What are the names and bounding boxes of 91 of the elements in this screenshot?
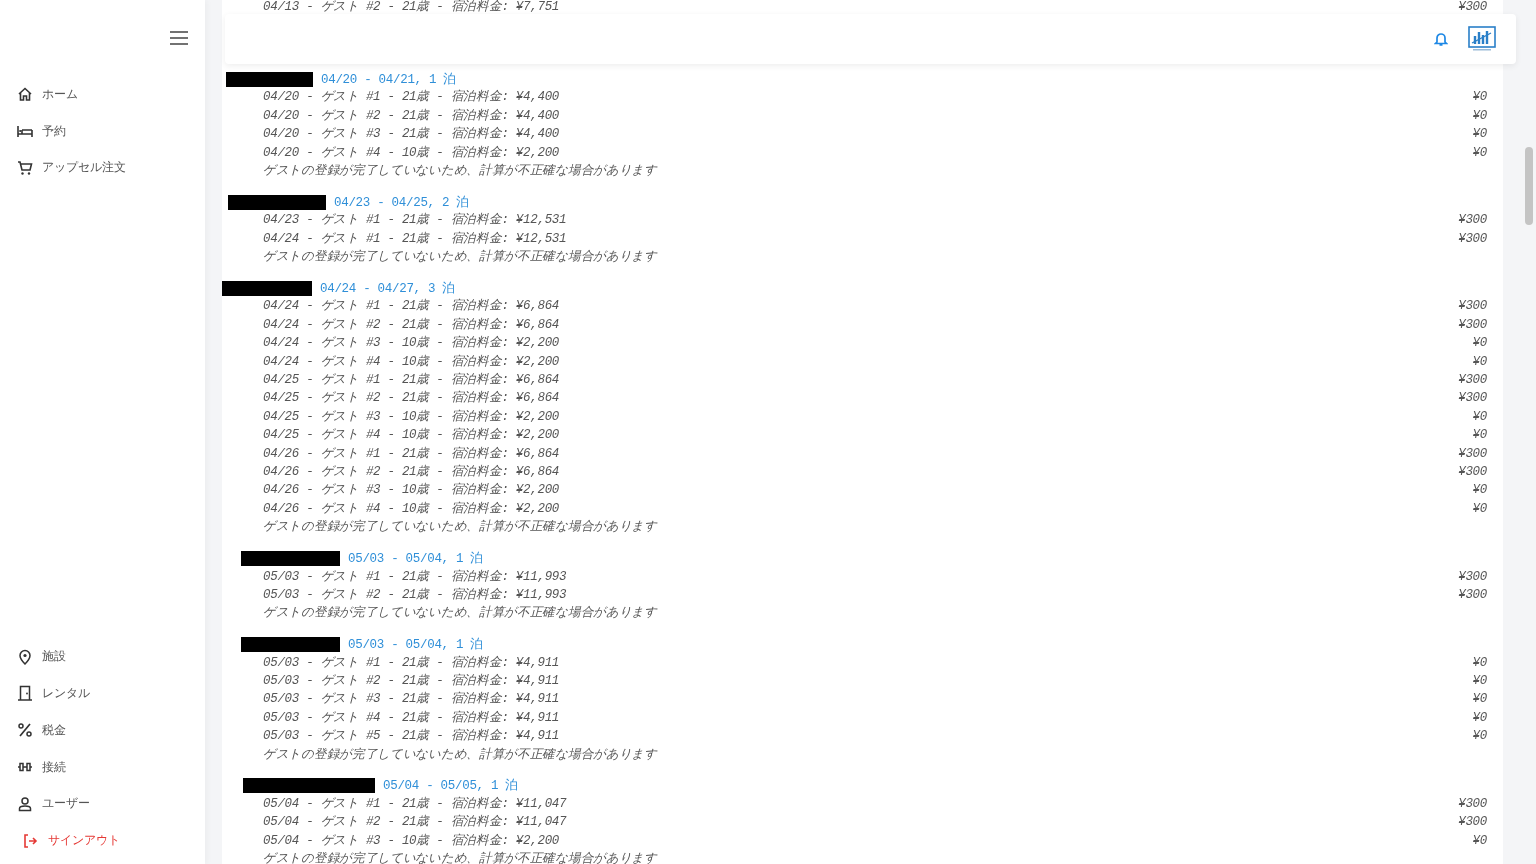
- guest-charge-text: 04/23 - ゲスト #1 - 21歳 - 宿泊料金: ¥12,531: [263, 211, 567, 230]
- nav-item[interactable]: ホーム: [0, 76, 205, 113]
- guest-charge-text: 04/26 - ゲスト #3 - 10歳 - 宿泊料金: ¥2,200: [263, 481, 560, 500]
- nav-item[interactable]: 予約: [0, 112, 205, 150]
- amount-text: ¥0: [1472, 832, 1487, 850]
- amount-text: ¥0: [1472, 107, 1487, 125]
- guest-charge-text: 05/03 - ゲスト #3 - 21歳 - 宿泊料金: ¥4,911: [263, 690, 560, 709]
- warning-note: ゲストの登録が完了していないため、計算が不正確な場合があります: [263, 248, 657, 267]
- stay-period-text: 04/23 - 04/25, 2 泊: [334, 194, 470, 211]
- home-icon: [17, 86, 33, 103]
- amount-text: ¥0: [1472, 673, 1487, 691]
- amount-text: ¥0: [1472, 408, 1487, 426]
- guest-charge-text: 05/04 - ゲスト #2 - 21歳 - 宿泊料金: ¥11,047: [263, 813, 567, 832]
- guest-charge-text: 04/25 - ゲスト #2 - 21歳 - 宿泊料金: ¥6,864: [263, 389, 560, 408]
- warning-note: ゲストの登録が完了していないため、計算が不正確な場合があります: [263, 604, 657, 623]
- amount-text: ¥300: [1458, 586, 1487, 604]
- stay-period-text: 04/20 - 04/21, 1 泊: [321, 71, 457, 88]
- bed-icon: [17, 123, 33, 140]
- guest-charge-text: 04/20 - ゲスト #4 - 10歳 - 宿泊料金: ¥2,200: [263, 144, 560, 162]
- percent-icon: [17, 722, 33, 739]
- guest-charge-text: 05/03 - ゲスト #1 - 21歳 - 宿泊料金: ¥11,993: [263, 568, 567, 586]
- amount-text: ¥300: [1458, 796, 1487, 814]
- door-icon: [17, 685, 33, 702]
- stay-period-text: 04/24 - 04/27, 3 泊: [320, 280, 456, 297]
- warning-note: ゲストの登録が完了していないため、計算が不正確な場合があります: [263, 518, 657, 537]
- guest-charge-text: 05/03 - ゲスト #2 - 21歳 - 宿泊料金: ¥4,911: [263, 672, 560, 691]
- location-pin-icon: [17, 648, 33, 665]
- guest-charge-text: 04/26 - ゲスト #4 - 10歳 - 宿泊料金: ¥2,200: [263, 500, 560, 518]
- amount-text: ¥300: [1458, 0, 1487, 14]
- guest-charge-text: 04/25 - ゲスト #4 - 10歳 - 宿泊料金: ¥2,200: [263, 426, 560, 445]
- stay-period-text: 05/04 - 05/05, 1 泊: [383, 777, 519, 795]
- amount-text: ¥0: [1472, 500, 1487, 518]
- nav-item[interactable]: レンタル: [0, 675, 205, 712]
- guest-charge-text: 04/26 - ゲスト #1 - 21歳 - 宿泊料金: ¥6,864: [263, 445, 560, 463]
- guest-charge-text: 04/24 - ゲスト #2 - 21歳 - 宿泊料金: ¥6,864: [263, 316, 560, 334]
- amount-text: ¥0: [1472, 709, 1487, 727]
- guest-charge-text: 05/04 - ゲスト #3 - 10歳 - 宿泊料金: ¥2,200: [263, 832, 560, 850]
- guest-charge-text: 04/20 - ゲスト #2 - 21歳 - 宿泊料金: ¥4,400: [263, 107, 560, 125]
- logo-icon[interactable]: [1468, 26, 1496, 52]
- nav-item[interactable]: ユーザー: [0, 785, 205, 823]
- amount-text: ¥0: [1472, 728, 1487, 746]
- cart-icon: [17, 160, 33, 176]
- warning-note: ゲストの登録が完了していないため、計算が不正確な場合があります: [263, 746, 657, 764]
- guest-charge-text: 04/20 - ゲスト #3 - 21歳 - 宿泊料金: ¥4,400: [263, 125, 560, 144]
- user-icon: [17, 795, 33, 812]
- guest-charge-text: 05/03 - ゲスト #4 - 21歳 - 宿泊料金: ¥4,911: [263, 709, 560, 727]
- guest-charge-text: 05/04 - ゲスト #1 - 21歳 - 宿泊料金: ¥11,047: [263, 795, 567, 814]
- amount-text: ¥300: [1458, 814, 1487, 832]
- guest-charge-text: 04/20 - ゲスト #1 - 21歳 - 宿泊料金: ¥4,400: [263, 88, 560, 107]
- sign-out-link[interactable]: サインアウト: [0, 822, 205, 859]
- nav-item[interactable]: 施設: [0, 638, 205, 675]
- guest-charge-text: 04/13 - ゲスト #2 - 21歳 - 宿泊料金: ¥7,751: [263, 0, 560, 14]
- stay-period-text: 05/03 - 05/04, 1 泊: [348, 550, 484, 567]
- amount-text: ¥0: [1472, 144, 1487, 162]
- amount-text: ¥300: [1458, 568, 1487, 586]
- amount-text: ¥300: [1458, 298, 1487, 316]
- guest-charge-text: 04/25 - ゲスト #3 - 10歳 - 宿泊料金: ¥2,200: [263, 408, 560, 426]
- guest-charge-text: 05/03 - ゲスト #2 - 21歳 - 宿泊料金: ¥11,993: [263, 586, 567, 604]
- nav-item[interactable]: 税金: [0, 711, 205, 749]
- amount-text: ¥0: [1472, 335, 1487, 353]
- amount-text: ¥300: [1458, 390, 1487, 408]
- guest-charge-text: 04/24 - ゲスト #4 - 10歳 - 宿泊料金: ¥2,200: [263, 353, 560, 371]
- amount-text: ¥0: [1472, 654, 1487, 672]
- amount-text: ¥0: [1472, 89, 1487, 107]
- warning-note: ゲストの登録が完了していないため、計算が不正確な場合があります: [263, 850, 657, 864]
- amount-text: ¥300: [1458, 230, 1487, 248]
- guest-charge-text: 05/03 - ゲスト #1 - 21歳 - 宿泊料金: ¥4,911: [263, 654, 560, 672]
- guest-charge-text: 04/24 - ゲスト #1 - 21歳 - 宿泊料金: ¥12,531: [263, 230, 567, 248]
- warning-note: ゲストの登録が完了していないため、計算が不正確な場合があります: [263, 162, 657, 180]
- nav-item[interactable]: アップセル注文: [0, 149, 205, 187]
- guest-charge-text: 04/26 - ゲスト #2 - 21歳 - 宿泊料金: ¥6,864: [263, 463, 560, 481]
- amount-text: ¥300: [1458, 464, 1487, 481]
- amount-text: ¥300: [1458, 372, 1487, 390]
- amount-text: ¥0: [1472, 126, 1487, 144]
- sign-out-icon: [22, 832, 38, 849]
- guest-charge-text: 05/03 - ゲスト #5 - 21歳 - 宿泊料金: ¥4,911: [263, 727, 560, 746]
- guest-charge-text: 04/24 - ゲスト #3 - 10歳 - 宿泊料金: ¥2,200: [263, 334, 560, 353]
- bell-icon[interactable]: [1434, 31, 1448, 47]
- amount-text: ¥300: [1458, 316, 1487, 334]
- amount-text: ¥300: [1458, 212, 1487, 230]
- guest-charge-text: 04/25 - ゲスト #1 - 21歳 - 宿泊料金: ¥6,864: [263, 371, 560, 390]
- amount-text: ¥0: [1472, 691, 1487, 709]
- guest-charge-text: 04/24 - ゲスト #1 - 21歳 - 宿泊料金: ¥6,864: [263, 297, 560, 316]
- amount-text: ¥300: [1458, 445, 1487, 463]
- amount-text: ¥0: [1472, 482, 1487, 500]
- scrollbar-thumb[interactable]: [1525, 147, 1533, 225]
- menu-icon[interactable]: [169, 30, 189, 46]
- stay-period-text: 05/03 - 05/04, 1 泊: [348, 636, 484, 653]
- amount-text: ¥0: [1472, 427, 1487, 445]
- amount-text: ¥0: [1472, 353, 1487, 371]
- nav-item[interactable]: 接続: [0, 748, 205, 786]
